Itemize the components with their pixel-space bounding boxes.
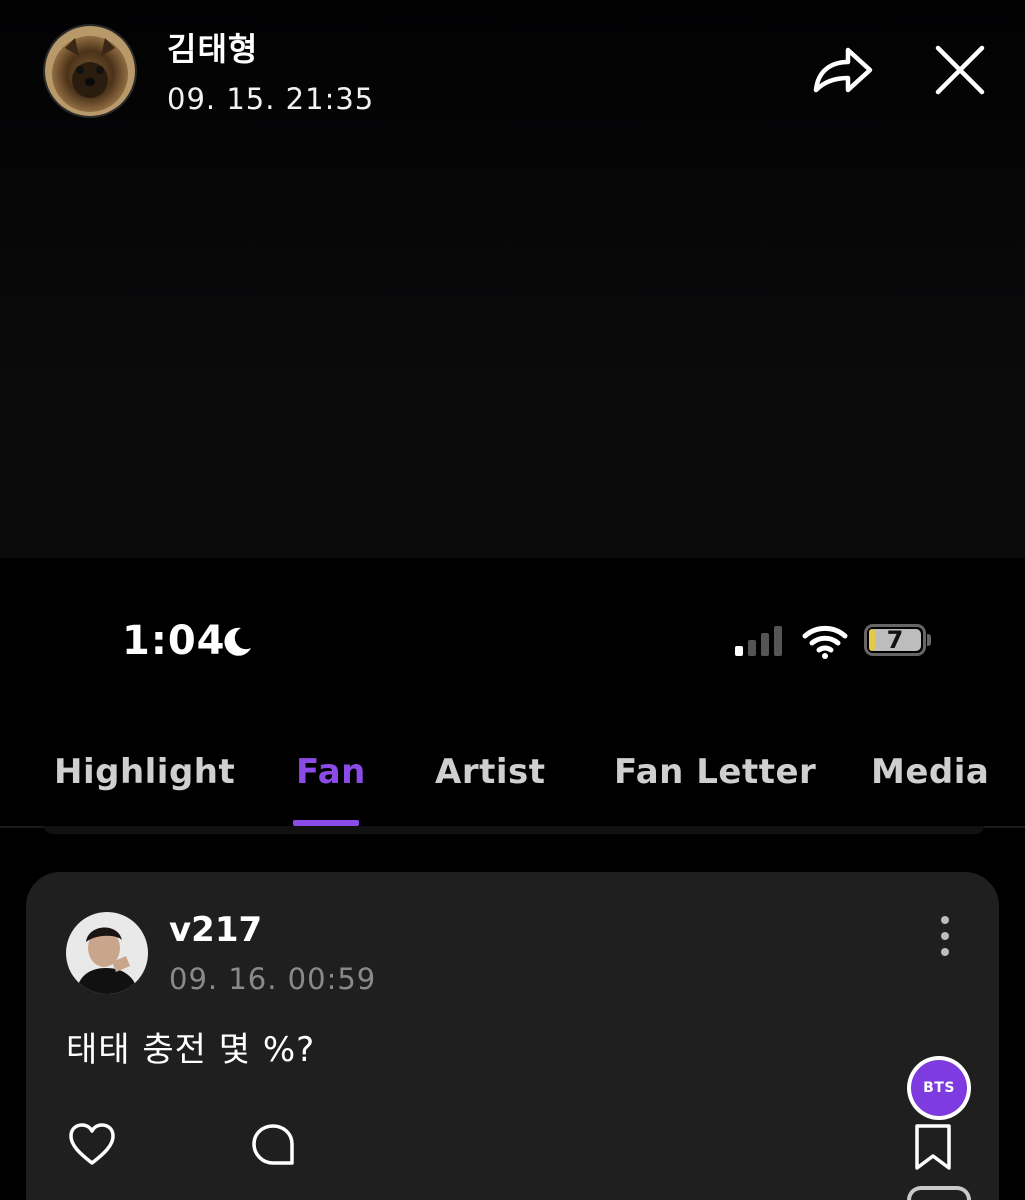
profile-avatar[interactable] [43,24,137,118]
tab-media[interactable]: Media [871,752,989,792]
bts-badge[interactable]: BTS [907,1056,971,1120]
share-icon[interactable] [810,40,876,100]
media-viewer-area: 김태형 09. 15. 21:35 [0,0,1025,558]
comment-icon[interactable] [248,1120,298,1170]
tab-bar: Highlight Fan Artist Fan Letter Media [0,740,1025,828]
page: 김태형 09. 15. 21:35 1:04 7 Highlight Fan A… [0,0,1025,1200]
status-time: 1:04 [122,618,226,664]
profile-name: 김태형 [167,30,259,68]
battery-cap [927,634,931,646]
battery-level: 7 [886,626,904,654]
post-time: 09. 16. 00:59 [169,962,377,996]
more-options-icon[interactable] [933,914,957,958]
bts-badge-label: BTS [911,1060,967,1116]
wifi-icon [801,624,849,660]
moon-icon [219,624,255,660]
post-text: 태태 충전 몇 %? [66,1030,316,1070]
partial-icon[interactable] [907,1186,971,1200]
battery-icon: 7 [864,624,926,656]
tab-highlight[interactable]: Highlight [54,752,235,792]
previous-card-edge [44,826,984,834]
like-icon[interactable] [67,1120,117,1170]
post-avatar[interactable] [66,912,148,994]
tab-artist[interactable]: Artist [435,752,545,792]
post-timestamp: 09. 15. 21:35 [167,82,375,116]
bookmark-icon[interactable] [911,1122,955,1172]
signal-icon [733,624,789,658]
tab-fan-letter[interactable]: Fan Letter [614,752,816,792]
post-username[interactable]: v217 [169,910,262,950]
tab-fan[interactable]: Fan [296,752,366,792]
close-icon[interactable] [932,42,988,98]
